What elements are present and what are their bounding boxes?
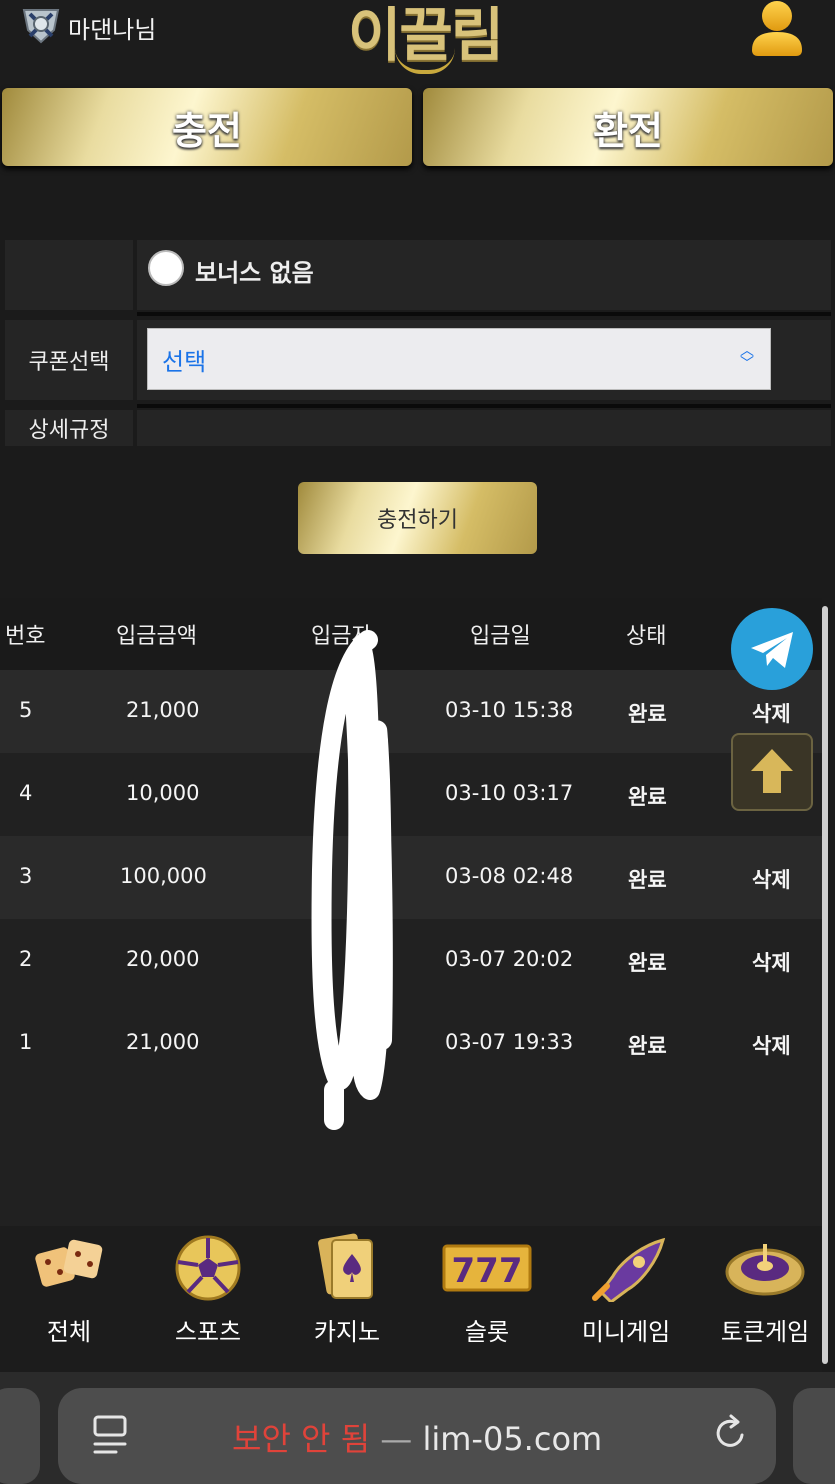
nav-label: 토큰게임: [720, 1318, 810, 1346]
row-status: 완료: [628, 702, 667, 726]
redaction-scribble: [311, 630, 393, 1130]
delete-button[interactable]: 삭제: [752, 947, 791, 977]
security-warning: 보안 안 됨: [232, 1420, 371, 1458]
row-number: 1: [19, 1030, 33, 1054]
row-amount: 21,000: [126, 698, 200, 722]
rocket-icon: [592, 1237, 666, 1304]
profile-icon[interactable]: [748, 0, 806, 56]
scroll-top-button[interactable]: [731, 733, 813, 811]
row-amount: 10,000: [126, 781, 200, 805]
nav-tokengame[interactable]: 토큰게임: [700, 1232, 830, 1346]
delete-button[interactable]: 삭제: [752, 698, 791, 728]
coupon-label: 쿠폰선택: [5, 320, 133, 400]
nav-label: 스포츠: [174, 1318, 242, 1346]
table-row: 4 10,000 03-10 03:17 완료: [0, 753, 822, 836]
username[interactable]: 마댄나님: [68, 10, 156, 45]
nav-all[interactable]: 전체: [4, 1232, 134, 1346]
url-text[interactable]: 보안 안 됨 — lim-05.com: [232, 1414, 602, 1460]
tab-exchange[interactable]: 환전: [423, 88, 833, 166]
nav-minigame[interactable]: 미니게임: [561, 1232, 691, 1346]
row-date: 03-10 03:17: [445, 781, 574, 805]
reload-icon[interactable]: [712, 1413, 750, 1453]
next-tab[interactable]: [793, 1388, 835, 1484]
divider: [137, 312, 831, 316]
table-row: 3 100,000 03-08 02:48 완료 삭제: [0, 836, 822, 919]
row-date: 03-08 02:48: [445, 864, 574, 888]
row-date: 03-10 15:38: [445, 698, 574, 722]
nav-slot[interactable]: 777 슬롯: [422, 1232, 552, 1346]
rules-label: 상세규정: [5, 410, 133, 446]
table-empty-area: [0, 1085, 822, 1226]
previous-tab[interactable]: [0, 1388, 40, 1484]
table-row: 1 21,000 03-07 19:33 완료 삭제: [0, 1002, 822, 1085]
telegram-button[interactable]: [731, 608, 813, 690]
slot-777-icon: 777: [442, 1244, 532, 1292]
roulette-icon: [725, 1244, 805, 1296]
nav-label: 카지노: [313, 1318, 381, 1346]
nav-label: 미니게임: [581, 1318, 671, 1346]
url-separator: —: [380, 1420, 413, 1458]
delete-button[interactable]: 삭제: [752, 1030, 791, 1060]
dice-icon: [35, 1239, 103, 1287]
divider: [137, 404, 831, 408]
tab-charge[interactable]: 충전: [2, 88, 412, 166]
delete-button[interactable]: 삭제: [752, 864, 791, 894]
row-number: 2: [19, 947, 33, 971]
arrow-up-icon: [751, 749, 793, 793]
bonus-none-label[interactable]: 보너스 없음: [195, 253, 314, 288]
coupon-select[interactable]: 선택: [147, 328, 771, 390]
table-row: 5 21,000 03-10 15:38 완료 삭제: [0, 670, 822, 753]
col-amount: 입금금액: [116, 624, 197, 649]
row-status: 완료: [628, 785, 667, 809]
svg-text:777: 777: [452, 1251, 523, 1291]
row-number: 4: [19, 781, 33, 805]
select-chevron-icon: ︿ ﹀: [740, 343, 754, 372]
row-status: 완료: [628, 868, 667, 892]
bonus-label-cell: [5, 240, 133, 310]
row-status: 완료: [628, 1034, 667, 1058]
reader-mode-icon[interactable]: [92, 1414, 128, 1456]
soccer-ball-icon: [175, 1235, 241, 1301]
nav-label: 전체: [46, 1318, 92, 1346]
col-date: 입금일: [470, 624, 531, 649]
row-amount: 20,000: [126, 947, 200, 971]
row-number: 5: [19, 698, 33, 722]
url-domain: lim-05.com: [422, 1420, 603, 1458]
paper-plane-icon: [751, 632, 793, 668]
rank-badge-icon: [22, 9, 60, 44]
nav-label: 슬롯: [464, 1318, 510, 1346]
row-date: 03-07 19:33: [445, 1030, 574, 1054]
row-date: 03-07 20:02: [445, 947, 574, 971]
bonus-radio[interactable]: [148, 250, 184, 286]
row-amount: 100,000: [120, 864, 207, 888]
cards-icon: [318, 1233, 373, 1299]
row-number: 3: [19, 864, 33, 888]
rules-row: [137, 410, 831, 446]
charge-submit-button[interactable]: 충전하기: [298, 482, 537, 554]
row-status: 완료: [628, 951, 667, 975]
nav-sports[interactable]: 스포츠: [143, 1232, 273, 1346]
row-amount: 21,000: [126, 1030, 200, 1054]
col-status: 상태: [626, 624, 667, 649]
table-row: 2 20,000 03-07 20:02 완료 삭제: [0, 919, 822, 1002]
col-number: 번호: [5, 624, 46, 649]
nav-casino[interactable]: 카지노: [282, 1232, 412, 1346]
